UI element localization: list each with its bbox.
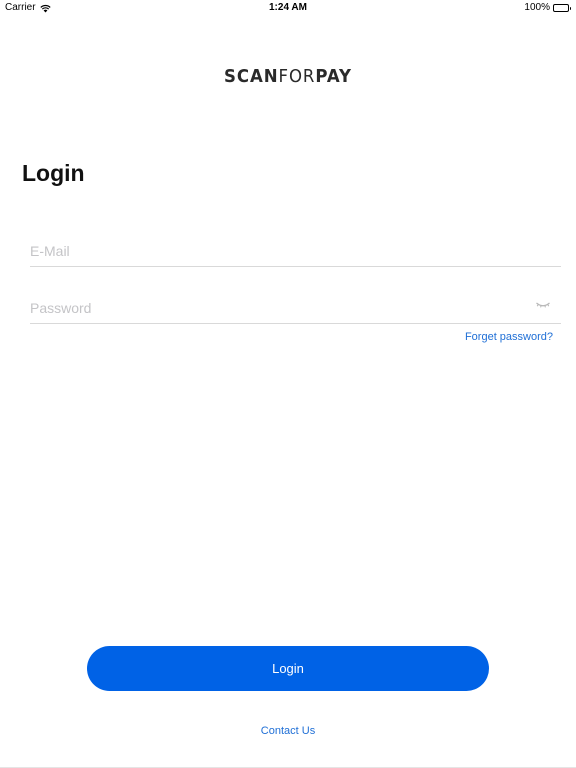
login-button[interactable]: Login [87, 646, 489, 691]
page-title: Login [22, 160, 85, 186]
battery-icon [553, 4, 571, 12]
status-bar: Carrier 1:24 AM 100% [0, 0, 576, 16]
eye-closed-icon[interactable] [535, 298, 551, 312]
logo-part-for: FOR [278, 66, 316, 87]
email-field[interactable] [30, 235, 561, 266]
password-field[interactable] [30, 292, 561, 323]
email-field-container [30, 235, 561, 267]
password-field-container [30, 292, 561, 324]
logo-part-scan: SCAN [224, 66, 279, 87]
status-time: 1:24 AM [269, 2, 307, 13]
status-right: 100% [524, 0, 571, 16]
contact-us-link[interactable]: Contact Us [0, 725, 576, 737]
login-screen: Carrier 1:24 AM 100% SCANFORPAY Login E-… [0, 0, 576, 768]
app-logo: SCANFORPAY [23, 66, 553, 87]
battery-percent: 100% [524, 2, 550, 13]
logo-part-pay: PAY [315, 66, 352, 87]
forgot-password-link[interactable]: Forget password? [465, 331, 553, 343]
